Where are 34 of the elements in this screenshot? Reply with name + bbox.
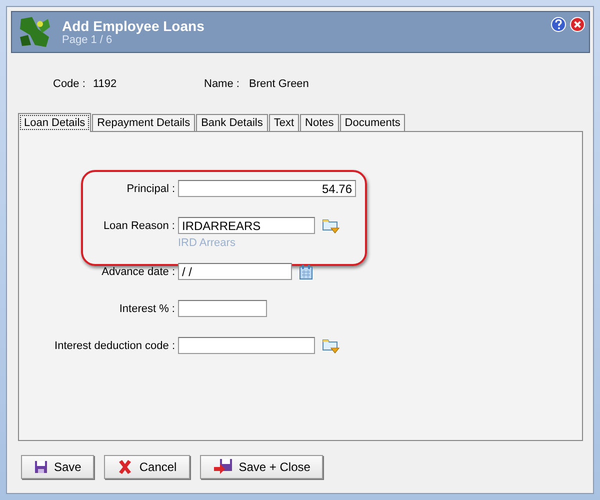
field-label: Interest % : — [118, 302, 175, 314]
page-indicator: Page 1 / 6 — [62, 34, 114, 46]
name-value: Brent Green — [249, 78, 309, 90]
calendar-icon[interactable] — [299, 264, 313, 280]
cross-icon — [117, 459, 134, 475]
field-label: Loan Reason : — [102, 220, 175, 232]
input-field[interactable]: 54.76 — [178, 180, 356, 197]
code-label: Code : — [53, 78, 86, 90]
input-field[interactable] — [178, 300, 267, 317]
input-field[interactable]: / / — [178, 263, 292, 280]
field-description: IRD Arrears — [178, 237, 236, 249]
tab[interactable]: Text — [268, 114, 300, 131]
tab[interactable]: Documents — [340, 114, 406, 131]
folder-lookup-icon[interactable] — [322, 218, 340, 234]
tab[interactable]: Repayment Details — [92, 114, 196, 131]
folder-lookup-icon[interactable] — [322, 338, 340, 354]
input-field[interactable]: IRDARREARS — [178, 217, 315, 234]
tab[interactable]: Notes — [300, 114, 339, 131]
field-label: Interest deduction code : — [54, 340, 175, 352]
field-label: Advance date : — [100, 266, 175, 278]
code-value: 1192 — [93, 78, 118, 90]
save-close-icon — [212, 458, 233, 476]
action-button[interactable]: Save + Close — [200, 455, 324, 479]
window-title: Add Employee Loans — [62, 18, 206, 34]
name-label: Name : — [204, 78, 240, 90]
input-field[interactable] — [178, 337, 315, 354]
help-icon[interactable] — [551, 17, 566, 32]
close-icon[interactable] — [570, 17, 585, 32]
tab[interactable]: Bank Details — [196, 114, 268, 131]
logo-icon — [18, 15, 52, 49]
action-button[interactable]: Save — [21, 455, 94, 479]
action-button[interactable]: Cancel — [104, 455, 190, 479]
field-label: Principal : — [126, 182, 175, 194]
tab[interactable]: Loan Details — [18, 113, 92, 132]
